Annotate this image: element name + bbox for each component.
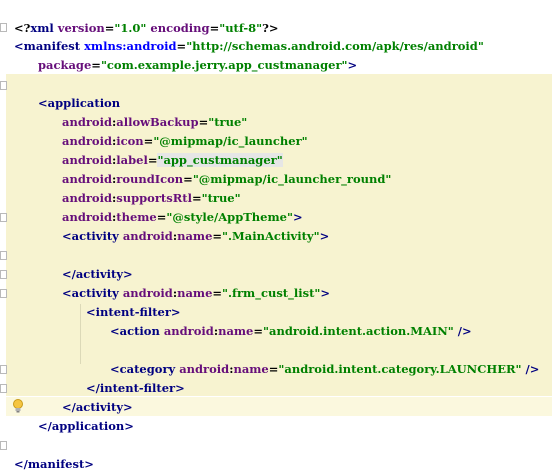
value-name: ".frm_cust_list"	[222, 286, 321, 300]
equals: =	[212, 286, 223, 300]
tag-bracket: <	[38, 96, 48, 110]
tag-activity: activity	[71, 229, 123, 243]
tag-bracket: >	[124, 419, 134, 433]
code-line-12[interactable]: </activity>	[54, 246, 133, 281]
code-line-1[interactable]: <?xml version="1.0" encoding="utf-8"?>	[6, 0, 279, 35]
tag-bracket: >	[320, 286, 331, 300]
tag-self-close: />	[453, 324, 472, 338]
tag-application: application	[51, 419, 125, 433]
code-line-9[interactable]: android:supportsRtl="true"	[54, 170, 241, 205]
attr-name: name	[218, 324, 254, 338]
fold-marker-icon[interactable]	[0, 289, 7, 298]
value-package: "com.example.jerry.app_custmanager"	[100, 58, 348, 72]
fold-marker-icon[interactable]	[0, 270, 7, 279]
fold-marker-icon[interactable]	[0, 251, 7, 260]
fold-marker-icon[interactable]	[0, 81, 7, 90]
code-line-14[interactable]: <intent-filter>	[78, 284, 181, 319]
code-line-15[interactable]: <action android:name="android.intent.act…	[102, 303, 472, 338]
code-line-10[interactable]: android:theme="@style/AppTheme">	[54, 189, 303, 224]
tag-bracket: <	[62, 229, 72, 243]
equals: =	[268, 362, 279, 376]
value-name: ".MainActivity"	[222, 229, 320, 243]
code-line-8[interactable]: android:roundIcon="@mipmap/ic_launcher_r…	[54, 151, 391, 186]
ns-android: android	[179, 362, 230, 376]
lightbulb-icon[interactable]	[12, 399, 24, 413]
tag-bracket: >	[319, 229, 330, 243]
code-line-19[interactable]: </application>	[30, 398, 134, 433]
code-line-20[interactable]: </manifest>	[6, 436, 94, 471]
tag-bracket: <	[14, 39, 24, 53]
value-name: "android.intent.action.MAIN"	[263, 324, 454, 338]
tag-bracket: >	[175, 381, 185, 395]
fold-marker-icon[interactable]	[0, 384, 7, 393]
equals: =	[212, 229, 223, 243]
tag-bracket: >	[84, 457, 94, 471]
tag-bracket: <	[62, 286, 72, 300]
attr-name: name	[233, 362, 269, 376]
fold-marker-icon[interactable]	[0, 365, 7, 374]
tag-bracket: </	[38, 419, 52, 433]
code-line-7[interactable]: android:label="app_custmanager"	[54, 132, 283, 167]
tag-action: action	[119, 324, 164, 338]
code-line-4[interactable]: <application	[30, 75, 120, 110]
ns-android: android	[163, 324, 214, 338]
code-line-2[interactable]: <manifest xmlns:android="http://schemas.…	[6, 18, 484, 53]
code-line-18[interactable]: </activity>	[54, 379, 133, 414]
attr-package: package	[38, 58, 92, 72]
tag-bracket: </	[14, 457, 28, 471]
code-line-16[interactable]: <category android:name="android.intent.c…	[102, 341, 539, 376]
tag-bracket: >	[347, 58, 358, 72]
equals: =	[91, 58, 101, 72]
code-line-17[interactable]: </intent-filter>	[78, 360, 185, 395]
fold-marker-icon[interactable]	[0, 213, 7, 222]
ns-android: android	[122, 229, 173, 243]
tag-bracket: <	[110, 324, 120, 338]
code-line-11[interactable]: <activity android:name=".MainActivity">	[54, 208, 329, 243]
tag-bracket: <	[86, 305, 96, 319]
value-name: "android.intent.category.LAUNCHER"	[278, 362, 522, 376]
equals: =	[253, 324, 264, 338]
code-line-3[interactable]: package="com.example.jerry.app_custmanag…	[30, 37, 357, 72]
tag-manifest: manifest	[27, 457, 85, 471]
tag-self-close: />	[521, 362, 540, 376]
code-line-13[interactable]: <activity android:name=".frm_cust_list">	[54, 265, 330, 300]
code-line-6[interactable]: android:icon="@mipmap/ic_launcher"	[54, 113, 308, 148]
attr-name: name	[177, 229, 213, 243]
attr-name: name	[177, 286, 213, 300]
code-line-5[interactable]: android:allowBackup="true"	[54, 94, 247, 129]
